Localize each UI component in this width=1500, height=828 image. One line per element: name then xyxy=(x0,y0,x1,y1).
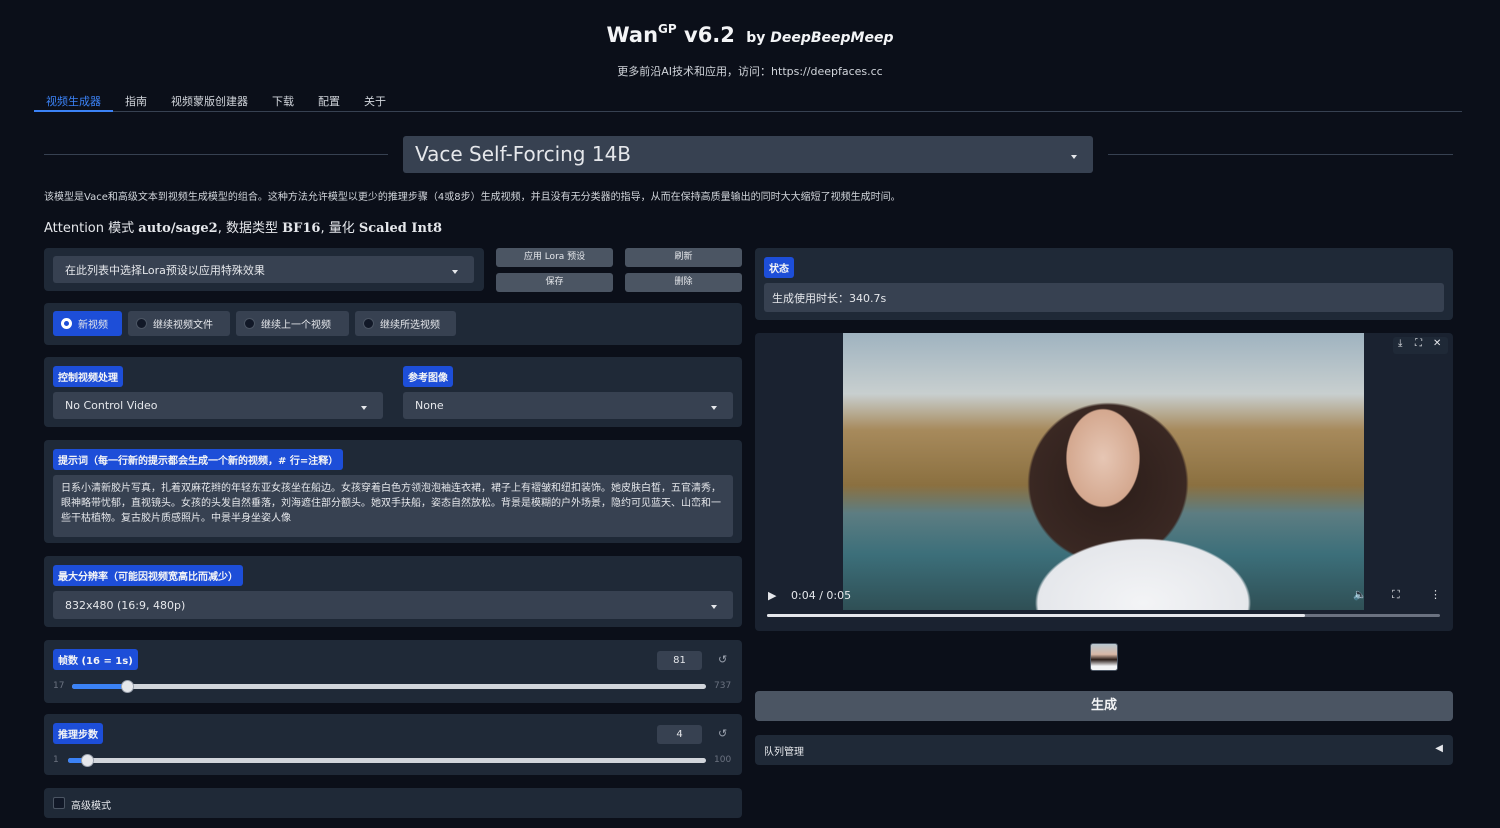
divider xyxy=(44,154,388,155)
video-toolbar: ⤓ ⛶ ✕ xyxy=(1393,337,1448,354)
steps-panel xyxy=(44,714,742,775)
resolution-select[interactable]: 832x480 (16:9, 480p) xyxy=(53,591,733,619)
chevron-down-icon xyxy=(1071,154,1077,159)
reference-image-value: None xyxy=(415,399,444,412)
fullscreen-icon[interactable]: ⛶ xyxy=(1392,588,1400,602)
resolution-label: 最大分辨率（可能因视频宽高比而减少） xyxy=(53,565,243,586)
resolution-value: 832x480 (16:9, 480p) xyxy=(65,598,186,612)
radio-new-video[interactable]: 新视频 xyxy=(53,311,122,336)
app-title: WanGP v6.2 by DeepBeepMeep xyxy=(606,22,894,47)
reference-image-select[interactable]: None xyxy=(403,392,733,419)
control-video-select[interactable]: No Control Video xyxy=(53,392,383,419)
attention-info: Attention 模式 auto/sage2, 数据类型 BF16, 量化 S… xyxy=(44,221,442,236)
lora-preset-select[interactable]: 在此列表中选择Lora预设以应用特殊效果 xyxy=(53,256,474,283)
tab-guide[interactable]: 指南 xyxy=(113,90,159,112)
frames-panel xyxy=(44,640,742,703)
control-video-label: 控制视频处理 xyxy=(53,366,123,387)
model-select-value: Vace Self-Forcing 14B xyxy=(415,142,632,166)
generate-button[interactable]: 生成 xyxy=(755,691,1453,721)
tab-download[interactable]: 下载 xyxy=(260,90,306,112)
frames-label: 帧数 (16 = 1s) xyxy=(53,649,138,670)
apply-lora-button[interactable]: 应用 Lora 预设 xyxy=(496,248,613,267)
video-frame[interactable] xyxy=(843,333,1364,610)
volume-icon[interactable]: 🔈 xyxy=(1353,588,1367,601)
radio-dot-icon xyxy=(61,318,72,329)
chevron-down-icon xyxy=(711,605,717,609)
radio-dot-icon xyxy=(136,318,147,329)
steps-input[interactable]: 4 xyxy=(657,725,702,744)
frames-slider-track[interactable] xyxy=(72,684,706,689)
more-options-icon[interactable]: ⋮ xyxy=(1430,588,1441,601)
subtitle: 更多前沿AI技术和应用，访问：https://deepfaces.cc xyxy=(617,65,883,78)
refresh-button[interactable]: 刷新 xyxy=(625,248,742,267)
model-description: 该模型是Vace和高级文本到视频生成模型的组合。这种方法允许模型以更少的推理步骤… xyxy=(44,192,901,203)
chevron-down-icon xyxy=(711,405,717,410)
fullscreen-icon[interactable]: ⛶ xyxy=(1415,338,1422,349)
steps-label: 推理步数 xyxy=(53,723,103,744)
status-label: 状态 xyxy=(764,257,794,278)
model-select[interactable]: Vace Self-Forcing 14B xyxy=(403,136,1093,173)
collapse-icon[interactable]: ◀ xyxy=(1435,743,1443,754)
radio-dot-icon xyxy=(363,318,374,329)
advanced-label: 高级模式 xyxy=(71,801,111,812)
tab-video-generator[interactable]: 视频生成器 xyxy=(34,90,113,112)
frames-max: 737 xyxy=(714,681,732,691)
tab-bar: 视频生成器 指南 视频蒙版创建器 下载 配置 关于 xyxy=(34,90,1462,112)
queue-label: 队列管理 xyxy=(764,747,804,758)
play-icon[interactable]: ▶ xyxy=(768,589,776,602)
delete-button[interactable]: 删除 xyxy=(625,273,742,292)
advanced-panel xyxy=(44,788,742,818)
frames-slider-fill xyxy=(72,684,128,689)
prompt-label: 提示词（每一行新的提示都会生成一个新的视频，# 行=注释） xyxy=(53,449,344,470)
prompt-textarea[interactable]: 日系小清新胶片写真，扎着双麻花辫的年轻东亚女孩坐在船边。女孩穿着白色方领泡泡袖连… xyxy=(53,475,733,537)
close-icon[interactable]: ✕ xyxy=(1433,338,1441,349)
radio-dot-icon xyxy=(244,318,255,329)
video-thumbnail[interactable] xyxy=(1090,643,1118,671)
frames-input[interactable]: 81 xyxy=(657,651,702,670)
reset-icon[interactable]: ↺ xyxy=(718,653,727,666)
chevron-down-icon xyxy=(452,269,458,274)
control-video-value: No Control Video xyxy=(65,399,158,412)
video-progress-fill xyxy=(767,614,1306,617)
chevron-down-icon xyxy=(361,405,367,410)
tab-about[interactable]: 关于 xyxy=(352,90,398,112)
steps-min: 1 xyxy=(53,755,59,765)
tab-config[interactable]: 配置 xyxy=(306,90,352,112)
video-time: 0:04 / 0:05 xyxy=(791,589,852,602)
divider xyxy=(1108,154,1453,155)
radio-continue-file[interactable]: 继续视频文件 xyxy=(128,311,230,336)
status-text: 生成使用时长：340.7s xyxy=(764,283,1444,312)
reset-icon[interactable]: ↺ xyxy=(718,727,727,740)
frames-min: 17 xyxy=(53,681,65,691)
lora-preset-placeholder: 在此列表中选择Lora预设以应用特殊效果 xyxy=(65,263,265,277)
download-icon[interactable]: ⤓ xyxy=(1398,338,1402,349)
tab-mask-creator[interactable]: 视频蒙版创建器 xyxy=(159,90,260,112)
steps-slider-track[interactable] xyxy=(68,758,706,763)
advanced-checkbox[interactable] xyxy=(53,797,65,809)
radio-continue-selected[interactable]: 继续所选视频 xyxy=(355,311,456,336)
queue-panel[interactable]: 队列管理 ◀ xyxy=(755,735,1453,765)
reference-image-label: 参考图像 xyxy=(403,366,453,387)
save-button[interactable]: 保存 xyxy=(496,273,613,292)
steps-max: 100 xyxy=(714,755,732,765)
radio-continue-last[interactable]: 继续上一个视频 xyxy=(236,311,349,336)
